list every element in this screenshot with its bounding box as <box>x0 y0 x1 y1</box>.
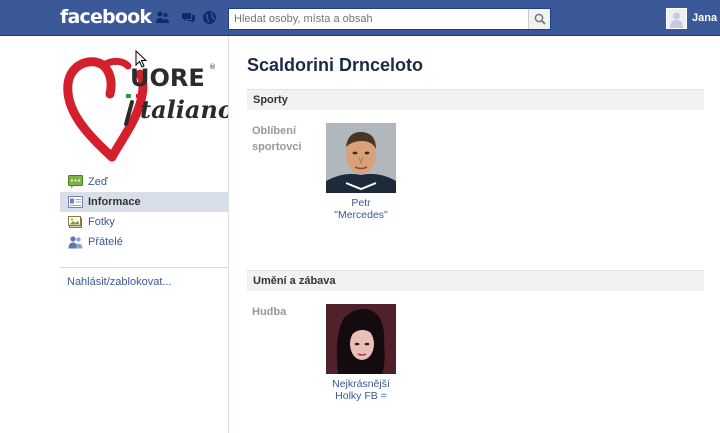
search-icon <box>534 13 546 25</box>
logo-registered-mark: ® <box>209 63 216 71</box>
mouse-cursor-icon <box>135 50 147 68</box>
sidebar-item-label: Informace <box>88 196 141 208</box>
search-input[interactable] <box>229 9 528 29</box>
search-box[interactable] <box>228 8 551 30</box>
field-label-line: Hudba <box>252 306 287 318</box>
athlete-photo[interactable] <box>326 123 396 193</box>
caption-line[interactable]: "Mercedes" <box>306 209 416 221</box>
caption-line[interactable]: Holky FB = <box>306 390 416 402</box>
sidebar-item-label: Přátelé <box>88 236 123 248</box>
user-name-link[interactable]: Jana <box>692 12 717 24</box>
report-block-link[interactable]: Nahlásit/zablokovat... <box>67 276 172 288</box>
section-header-arts-entertainment: Umění a zábava <box>247 270 704 291</box>
sidebar-item-label: Zeď <box>88 176 108 188</box>
sidebar-item-friends[interactable]: Přátelé <box>60 232 228 252</box>
music-page-card[interactable]: Nejkrásnější Holky FB = <box>306 304 416 402</box>
messages-icon[interactable] <box>181 10 196 25</box>
caption-line[interactable]: Nejkrásnější <box>306 378 416 390</box>
photos-icon <box>68 215 83 229</box>
wall-icon <box>68 175 83 189</box>
facebook-logo[interactable]: facebook <box>60 6 152 28</box>
column-divider <box>228 36 229 433</box>
section-header-sports: Sporty <box>247 89 704 110</box>
field-label-line: sportovci <box>252 141 302 153</box>
field-label-line: Oblíbení <box>252 125 296 137</box>
sidebar-item-wall[interactable]: Zeď <box>60 172 228 192</box>
page-title[interactable]: Scaldorini Drnceloto <box>247 55 423 76</box>
sidebar-divider <box>60 267 228 268</box>
sidebar-item-photos[interactable]: Fotky <box>60 212 228 232</box>
user-avatar[interactable] <box>666 8 687 29</box>
field-label-music: Hudba <box>252 304 286 320</box>
sidebar-item-info[interactable]: Informace <box>60 192 228 212</box>
logo-text-top: UORE <box>130 64 205 92</box>
caption-line[interactable]: Petr <box>306 197 416 209</box>
profile-picture[interactable]: UORE ® taliano <box>60 52 234 162</box>
profile-side-nav: Zeď Informace Fotky Přátelé <box>60 172 228 252</box>
search-button[interactable] <box>528 9 550 29</box>
music-page-photo[interactable] <box>326 304 396 374</box>
music-page-name-link[interactable]: Nejkrásnější Holky FB = <box>306 378 416 402</box>
friend-requests-icon[interactable] <box>155 10 170 25</box>
athlete-card[interactable]: Petr "Mercedes" <box>306 123 416 221</box>
info-card-icon <box>68 195 83 209</box>
athlete-name-link[interactable]: Petr "Mercedes" <box>306 197 416 221</box>
notifications-globe-icon[interactable] <box>202 10 217 25</box>
logo-text-bottom: taliano <box>140 95 228 124</box>
top-bar: facebook Jana <box>0 0 720 36</box>
sidebar-item-label: Fotky <box>88 216 115 228</box>
friends-icon <box>68 235 83 249</box>
field-label-favorite-athletes: Oblíbení sportovci <box>252 123 302 155</box>
